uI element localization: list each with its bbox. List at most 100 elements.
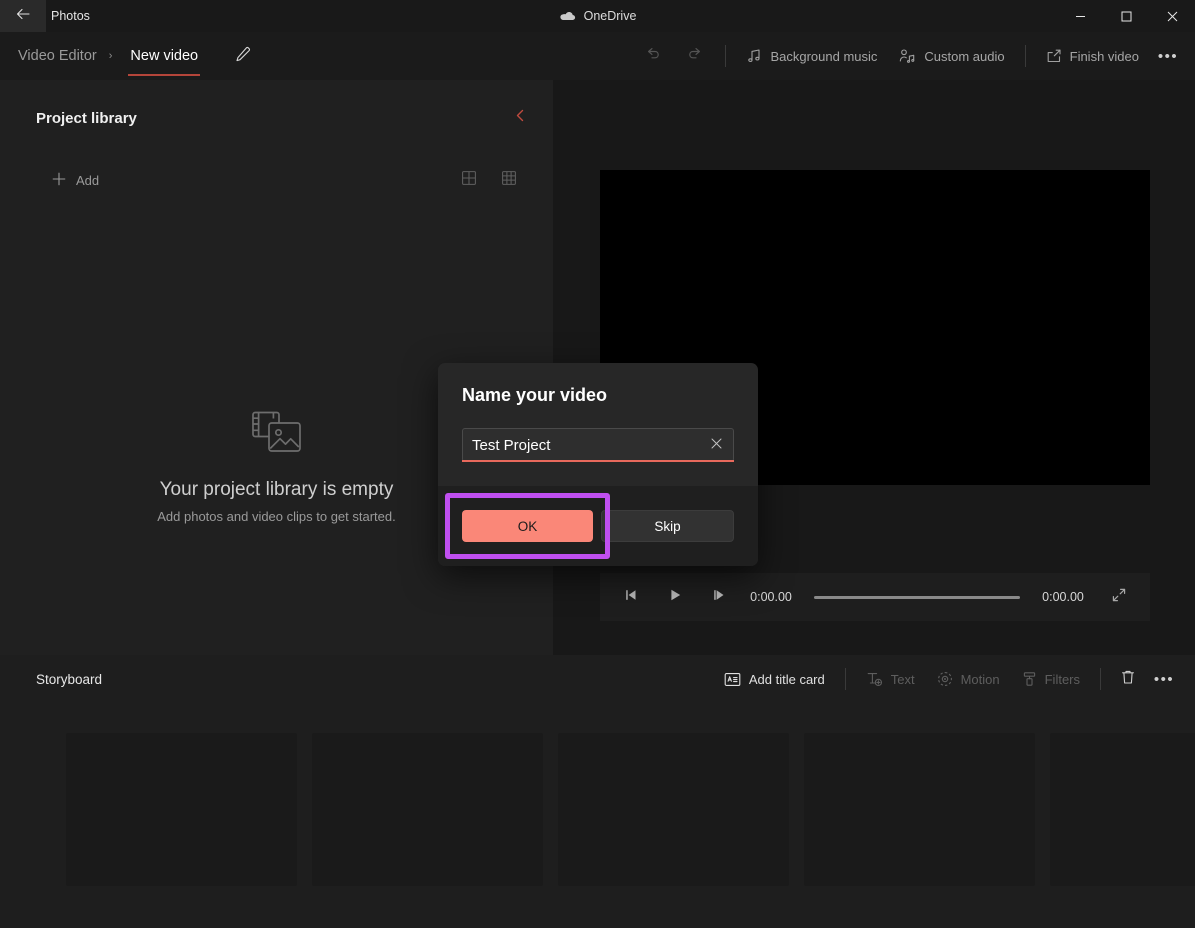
view-small-grid-button[interactable] <box>455 166 483 194</box>
storyboard-card[interactable] <box>804 733 1035 886</box>
storyboard-panel: Storyboard Add title card <box>0 655 1195 928</box>
library-view-options <box>455 166 523 194</box>
title-bar: Photos OneDrive <box>0 0 1195 32</box>
cloud-icon <box>559 9 576 24</box>
previous-frame-icon <box>623 587 639 608</box>
library-empty-subtext: Add photos and video clips to get starte… <box>157 509 396 524</box>
rename-project-button[interactable] <box>228 41 258 71</box>
play-button[interactable] <box>658 581 692 613</box>
view-large-grid-button[interactable] <box>495 166 523 194</box>
grid-3x3-icon <box>501 170 517 191</box>
app-title: Photos <box>51 9 90 23</box>
storyboard-card[interactable] <box>1050 733 1195 886</box>
trash-icon <box>1120 669 1136 690</box>
motion-icon <box>937 671 953 687</box>
export-icon <box>1046 48 1062 64</box>
custom-audio-button[interactable]: Custom audio <box>889 40 1014 72</box>
add-title-card-label: Add title card <box>749 672 825 687</box>
motion-label: Motion <box>961 672 1000 687</box>
text-label: Text <box>891 672 915 687</box>
breadcrumb-video-editor[interactable]: Video Editor <box>12 44 103 68</box>
redo-icon <box>686 45 704 68</box>
current-time-label: 0:00.00 <box>746 590 796 604</box>
close-icon <box>711 436 722 454</box>
onedrive-status[interactable]: OneDrive <box>551 0 645 32</box>
toolbar-divider <box>725 45 726 67</box>
storyboard-card[interactable] <box>558 733 789 886</box>
video-name-field-wrapper <box>462 428 734 462</box>
finish-video-button[interactable]: Finish video <box>1036 40 1149 72</box>
storyboard-divider-1 <box>845 668 846 690</box>
ok-button-wrapper: OK <box>462 510 593 542</box>
storyboard-toolbar: Add title card Text <box>714 663 1181 695</box>
scrubber-track <box>814 596 1020 599</box>
storyboard-header: Storyboard Add title card <box>0 655 1195 703</box>
motion-button[interactable]: Motion <box>927 663 1010 695</box>
plus-icon <box>52 172 66 189</box>
ok-button[interactable]: OK <box>462 510 593 542</box>
add-media-label: Add <box>76 173 99 188</box>
breadcrumb-separator: › <box>105 50 117 62</box>
next-frame-button[interactable] <box>702 581 736 613</box>
expand-icon <box>1111 587 1127 608</box>
player-controls: 0:00.00 0:00.00 <box>600 573 1150 621</box>
add-media-button[interactable]: Add <box>44 167 107 194</box>
custom-audio-label: Custom audio <box>924 49 1004 64</box>
window-controls <box>1057 0 1195 32</box>
background-music-button[interactable]: Background music <box>736 40 887 72</box>
library-empty-heading: Your project library is empty <box>160 479 394 501</box>
playback-scrubber[interactable] <box>814 589 1020 605</box>
background-music-label: Background music <box>770 49 877 64</box>
redo-button[interactable] <box>675 40 715 72</box>
onedrive-label: OneDrive <box>584 9 637 23</box>
storyboard-card[interactable] <box>66 733 297 886</box>
dialog-footer: OK Skip <box>438 486 758 566</box>
fullscreen-button[interactable] <box>1102 581 1136 613</box>
breadcrumb: Video Editor › New video <box>0 32 258 80</box>
chevron-left-icon <box>514 109 527 127</box>
library-header: Project library <box>0 94 553 142</box>
minimize-button[interactable] <box>1057 0 1103 32</box>
add-title-card-button[interactable]: Add title card <box>714 663 835 695</box>
storyboard-card[interactable] <box>312 733 543 886</box>
library-title: Project library <box>36 110 137 127</box>
play-icon <box>667 587 683 608</box>
finish-video-label: Finish video <box>1070 49 1139 64</box>
undo-button[interactable] <box>633 40 673 72</box>
total-time-label: 0:00.00 <box>1038 590 1088 604</box>
breadcrumb-current-project[interactable]: New video <box>124 44 204 68</box>
music-note-icon <box>746 48 762 64</box>
back-button[interactable] <box>0 0 46 32</box>
storyboard-more-button[interactable]: ••• <box>1147 663 1181 695</box>
arrow-left-icon <box>15 6 31 27</box>
dialog-title: Name your video <box>462 385 734 406</box>
person-audio-icon <box>899 48 916 64</box>
library-toolbar: Add <box>0 161 553 199</box>
maximize-button[interactable] <box>1103 0 1149 32</box>
collapse-library-button[interactable] <box>505 103 535 133</box>
skip-button[interactable]: Skip <box>601 510 734 542</box>
storyboard-strip <box>66 733 1195 886</box>
command-bar: Video Editor › New video <box>0 32 1195 80</box>
photo-video-stack-icon <box>251 410 303 463</box>
title-card-icon <box>724 672 741 687</box>
storyboard-title: Storyboard <box>36 672 102 687</box>
clear-input-button[interactable] <box>701 430 731 460</box>
command-bar-more-button[interactable]: ••• <box>1151 40 1185 72</box>
close-button[interactable] <box>1149 0 1195 32</box>
delete-button[interactable] <box>1111 663 1145 695</box>
next-frame-icon <box>711 587 727 608</box>
name-your-video-dialog: Name your video OK Skip <box>438 363 758 566</box>
dialog-body: Name your video <box>438 363 758 486</box>
filters-icon <box>1022 671 1037 687</box>
storyboard-divider-2 <box>1100 668 1101 690</box>
video-name-input[interactable] <box>463 429 701 461</box>
command-bar-actions: Background music Custom audio <box>633 32 1195 80</box>
text-button[interactable]: Text <box>856 663 925 695</box>
pencil-icon <box>235 46 251 67</box>
grid-2x2-icon <box>461 170 477 191</box>
previous-frame-button[interactable] <box>614 581 648 613</box>
filters-label: Filters <box>1045 672 1080 687</box>
filters-button[interactable]: Filters <box>1012 663 1090 695</box>
toolbar-divider-2 <box>1025 45 1026 67</box>
